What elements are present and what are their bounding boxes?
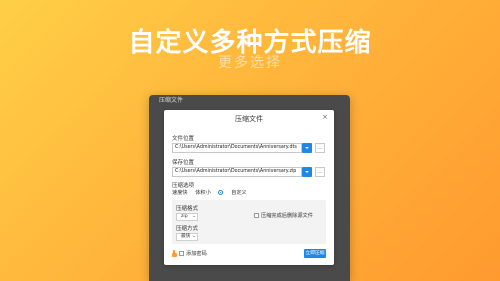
compression-option-row: 速度快 体积小 自定义 [172,189,253,197]
save-location-dropdown-button[interactable] [302,167,312,177]
save-location-browse-button[interactable]: … [315,167,325,177]
method-label: 压缩方式 [176,226,199,232]
close-icon[interactable]: × [322,113,328,121]
hero-subtitle: 更多选择 [218,55,282,71]
custom-options-panel: 压缩格式 zip 压缩方式 最快 压缩完成后删除源文件 [172,200,326,244]
option-fast[interactable]: 速度快 [172,190,188,196]
app-titlebar: 压缩文件 [159,97,184,104]
file-location-label: 文件位置 [172,136,195,142]
save-location-label: 保存位置 [172,160,195,166]
file-location-browse-button[interactable]: … [315,143,325,153]
chevron-down-icon [305,147,309,149]
add-password-label[interactable]: 添加密码 [186,250,207,257]
delete-source-checkbox[interactable] [254,213,259,218]
method-select-value: 最快 [181,234,191,239]
format-label: 压缩格式 [176,206,199,212]
file-location-dropdown-button[interactable] [302,143,312,153]
file-location-input[interactable]: C:\Users\Administrator\Documents\Anniver… [172,143,302,153]
method-select[interactable]: 最快 [176,233,198,241]
format-select-value: zip [181,214,188,219]
chevron-down-icon [193,216,195,217]
add-password-checkbox[interactable] [179,251,184,256]
start-compress-button[interactable]: 立即压缩 [304,249,326,258]
option-custom-label[interactable]: 自定义 [231,190,247,196]
format-select[interactable]: zip [176,213,198,221]
lock-icon [172,250,177,257]
delete-source-label[interactable]: 压缩完成后删除源文件 [261,212,313,219]
option-small[interactable]: 体积小 [195,190,211,196]
compress-dialog: 压缩文件 × 文件位置 C:\Users\Administrator\Docum… [164,110,334,265]
chevron-down-icon [305,171,309,173]
compression-options-label: 压缩选项 [172,183,195,189]
dialog-title: 压缩文件 [235,115,263,123]
option-custom-radio[interactable] [218,190,224,195]
chevron-down-icon [193,236,195,237]
save-location-input[interactable]: C:\Users\Administrator\Documents\Anniver… [172,167,302,177]
